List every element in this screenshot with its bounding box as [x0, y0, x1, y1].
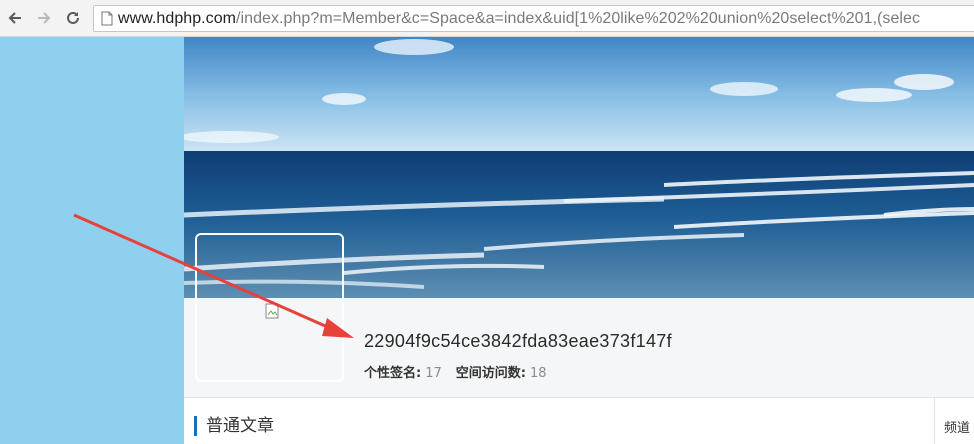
broken-image-icon — [265, 303, 279, 319]
url-text[interactable]: www.hdphp.com/index.php?m=Member&c=Space… — [118, 10, 920, 28]
url-host: www.hdphp.com — [118, 10, 237, 27]
back-button[interactable] — [4, 7, 26, 29]
sidebar-divider — [934, 398, 935, 444]
forward-button[interactable] — [33, 7, 55, 29]
back-arrow-icon — [8, 12, 21, 24]
forward-arrow-icon — [38, 12, 51, 24]
url-path: /index.php?m=Member&c=Space&a=index&uid[… — [236, 10, 921, 27]
visits-label: 空间访问数: — [455, 366, 526, 381]
profile-stats: 个性签名: 17 空间访问数: 18 — [364, 362, 547, 381]
visits-value: 18 — [529, 366, 547, 381]
reload-icon — [67, 11, 79, 24]
avatar[interactable] — [195, 233, 344, 382]
signature-label: 个性签名: — [364, 366, 422, 381]
content-area — [184, 398, 974, 444]
browser-toolbar: www.hdphp.com/index.php?m=Member&c=Space… — [0, 0, 974, 37]
page-icon — [101, 11, 113, 26]
page-background — [0, 37, 184, 444]
address-bar[interactable]: www.hdphp.com/index.php?m=Member&c=Space… — [93, 5, 974, 32]
reload-button[interactable] — [62, 7, 84, 29]
profile-username: 22904f9c54ce3842fda83eae373f147f — [364, 331, 672, 351]
section-title: 普通文章 — [194, 416, 274, 436]
signature-value: 17 — [425, 366, 442, 381]
sidebar-label: 频道 — [944, 421, 971, 436]
